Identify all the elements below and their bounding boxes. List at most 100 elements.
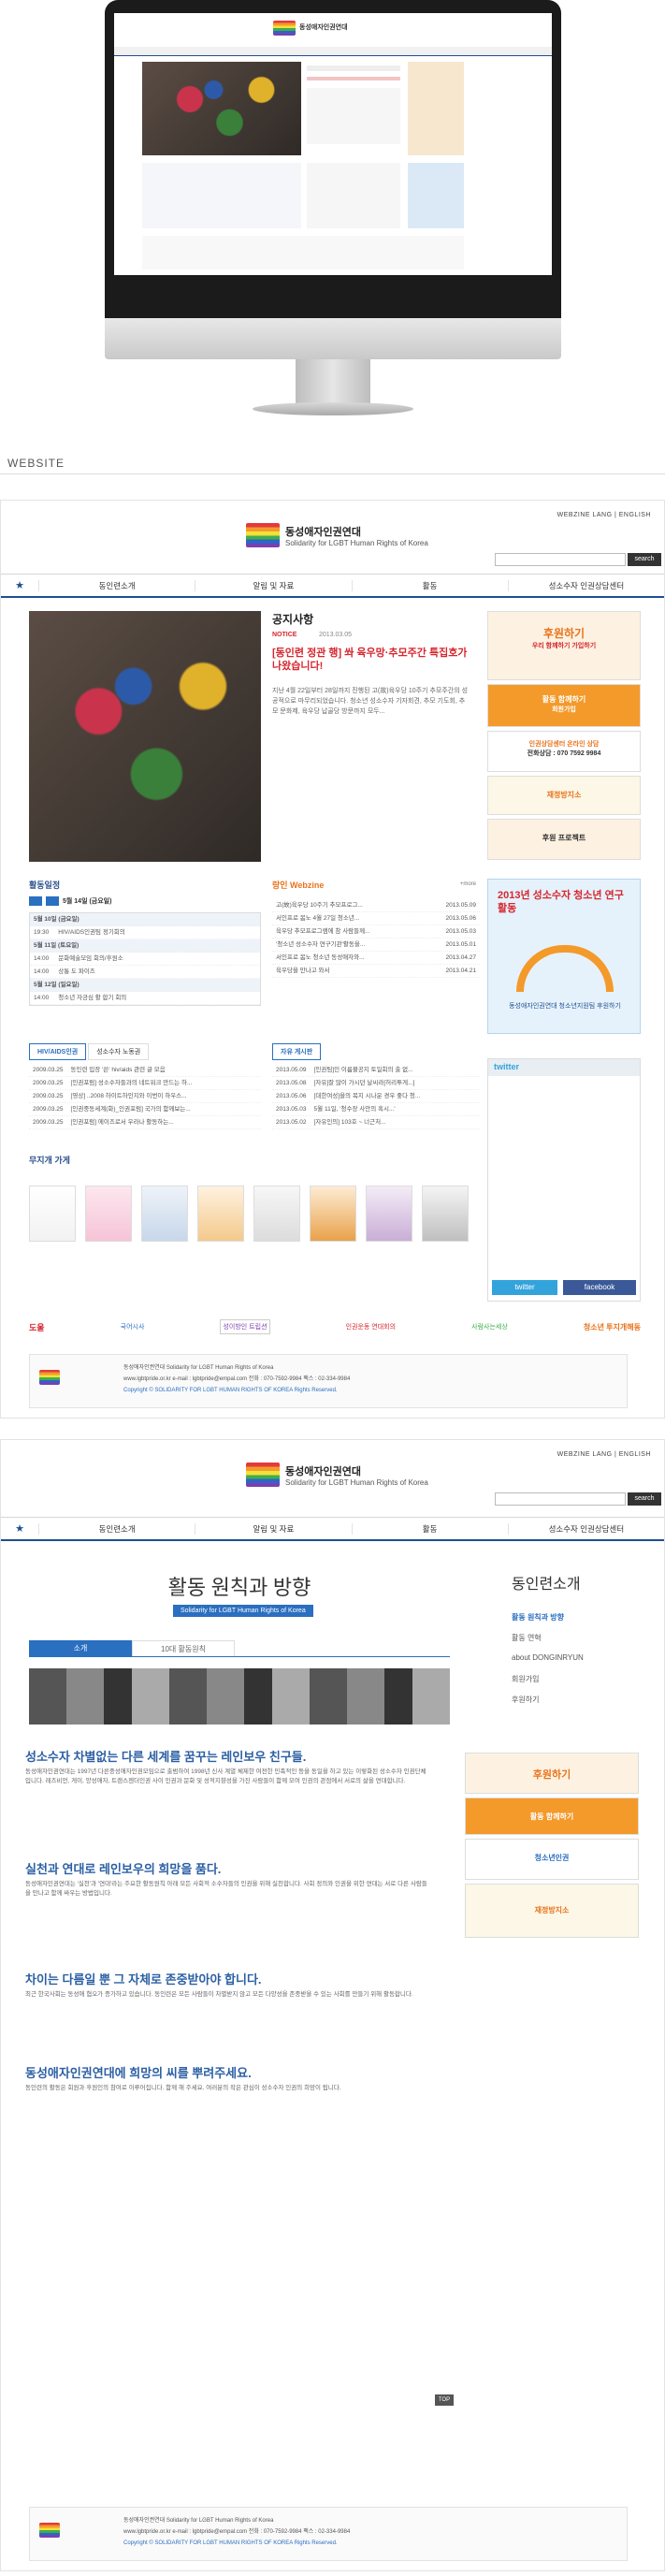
monitor-base	[253, 402, 413, 415]
top-links[interactable]: WEBZINE LANG | ENGLISH	[557, 1451, 651, 1458]
partner-link[interactable]: 국어시사	[121, 1322, 145, 1332]
home-icon[interactable]: ★	[1, 1522, 38, 1535]
tab-principles[interactable]: 10대 활동원칙	[132, 1640, 235, 1656]
donate-banner[interactable]: 후원하기 우리 함께하기 가입하기	[487, 611, 641, 680]
shop-item[interactable]	[197, 1186, 244, 1242]
top-links[interactable]: WEBZINE LANG | ENGLISH	[557, 512, 651, 518]
schedule-item[interactable]: 14:00 청소년 자긍심 활 합기 회의	[30, 992, 260, 1005]
table-row[interactable]: 2013.05.03 5월 11일, '청수장 사안의 혹시...'	[272, 1103, 480, 1116]
partner-link[interactable]: 도울	[29, 1321, 45, 1333]
site-logo[interactable]: 동성애자인권연대 Solidarity for LGBT Human Right…	[246, 523, 428, 547]
shop-item[interactable]	[29, 1186, 76, 1242]
schedule-item[interactable]: 14:00 문화예술모임 회의/후원소	[30, 953, 260, 966]
screen-body-block	[307, 88, 400, 144]
search-input[interactable]	[495, 553, 626, 566]
free-board-title[interactable]: 자유 게시판	[272, 1043, 322, 1060]
side-item[interactable]: about DONGINRYUN	[512, 1653, 584, 1662]
table-row[interactable]: 2009.03.25 동인련 입장 '쓴' hiv/aids 관련 글 모음	[29, 1064, 261, 1077]
facebook-button[interactable]: facebook	[563, 1280, 636, 1295]
footer-flag-icon	[39, 1370, 60, 1385]
counsel-banner[interactable]: 인권상담센터 온라인 상담 전화상담 : 070 7592 9984	[487, 731, 641, 772]
monitor-stand	[296, 359, 370, 404]
home-icon[interactable]: ★	[1, 579, 38, 591]
list-item[interactable]: 육우당 추모프로그램에 참 사람들께... 2013.05.03	[272, 925, 480, 939]
side-finance-banner[interactable]: 재정방지소	[465, 1884, 639, 1938]
partner-link[interactable]: 성이방인 트립션	[220, 1319, 270, 1334]
list-item[interactable]: 고(故)육우당 10주기 추모프로그... 2013.05.09	[272, 899, 480, 912]
side-donate-banner[interactable]: 후원하기	[465, 1753, 639, 1794]
partner-link[interactable]: 사람사는세상	[471, 1322, 508, 1332]
side-join-banner[interactable]: 활동 함께하기	[465, 1797, 639, 1835]
nav-item-notice[interactable]: 알림 및 자료	[195, 579, 351, 591]
partner-link[interactable]: 청소년 투지개해동	[584, 1322, 641, 1332]
section-heading: 동성애자인권연대에 희망의 씨를 뿌려주세요.	[25, 2066, 252, 2080]
youth-banner[interactable]: 재정방지소	[487, 776, 641, 815]
shop-item[interactable]	[422, 1186, 469, 1242]
table-row[interactable]: 2013.05.06 [대한여성]을의 복지 시나운 경우 좋다 청...	[272, 1090, 480, 1103]
nav-item-activity[interactable]: 활동	[351, 1522, 508, 1535]
list-item[interactable]: 서인프로 봄노 청소년 동성애자와... 2013.04.27	[272, 952, 480, 965]
shop-item[interactable]	[310, 1186, 356, 1242]
join-sub: 회원가입	[552, 706, 576, 713]
twitter-button[interactable]: twitter	[492, 1280, 557, 1295]
side-item[interactable]: 후원하기	[512, 1695, 539, 1705]
notice-headline[interactable]: [동인련 정관 행] 쏴 육우망·추모주간 특집호가 나왔습니다!	[272, 647, 469, 673]
side-item[interactable]: 활동 연혁	[512, 1633, 542, 1643]
webzine-more-link[interactable]: +more	[460, 881, 476, 887]
nav-item-about[interactable]: 동인련소개	[38, 1522, 195, 1535]
partner-link[interactable]: 인권운동 연대회의	[346, 1322, 396, 1332]
screen-side-banner	[408, 62, 464, 155]
side-item[interactable]: 회원가입	[512, 1674, 539, 1684]
list-item[interactable]: 서인프로 봄노 4월 27일 청소년... 2013.05.06	[272, 912, 480, 925]
counsel-label: 인권상담센터 온라인 상담	[528, 741, 600, 748]
search-button[interactable]: search	[628, 1492, 661, 1506]
shop-item[interactable]	[141, 1186, 188, 1242]
table-row[interactable]: 2009.03.25 [인권중동세계(화)_인권포럼] 국가의 함께보는...	[29, 1103, 261, 1116]
monitor-screen: 동성애자인권연대	[114, 13, 552, 275]
nav-item-counsel[interactable]: 성소수자 인권상담센터	[507, 1522, 664, 1535]
nav-item-notice[interactable]: 알림 및 자료	[195, 1522, 351, 1535]
table-row[interactable]: 2013.05.02 [자유인의] 103호 ~ 너근처...	[272, 1116, 480, 1129]
nav-item-about[interactable]: 동인련소개	[38, 579, 195, 591]
nav-item-activity[interactable]: 활동	[351, 579, 508, 591]
free-board-list: 2013.05.09 [인권팀]인 이름불공지 토일회의 출 없... 2013.…	[272, 1064, 480, 1129]
table-row[interactable]: 2013.05.09 [인권팀]인 이름불공지 토일회의 출 없...	[272, 1064, 480, 1077]
section-heading: 실천과 연대로 레인보우의 희망을 품다.	[25, 1862, 222, 1876]
table-row[interactable]: 2009.03.25 [인권포럼] 성소수자들과의 네트워크 만드는 하...	[29, 1077, 261, 1090]
list-item[interactable]: '청소년 성소수자 연구기관'활동을... 2013.05.01	[272, 939, 480, 952]
next-button[interactable]	[46, 896, 59, 906]
search-input[interactable]	[495, 1492, 626, 1506]
prev-button[interactable]	[29, 896, 42, 906]
row-date: 2009.03.25	[33, 1119, 64, 1126]
section-body: 동성애자인권연대는 '실천'과 '연대'라는 주요한 활동원칙 아래 모든 사회…	[25, 1881, 427, 1897]
project-banner[interactable]: 후원 프로젝트	[487, 819, 641, 860]
shop-item[interactable]	[85, 1186, 132, 1242]
rainbow-flag-icon	[246, 523, 280, 547]
shop-item[interactable]	[253, 1186, 300, 1242]
shop-title: 무지개 가게	[29, 1156, 70, 1165]
tab-hiv-aids[interactable]: HIV/AIDS인권	[29, 1043, 87, 1060]
side-youth-banner[interactable]: 청소년인권	[465, 1839, 639, 1880]
top-button[interactable]: TOP	[435, 2394, 454, 2406]
table-row[interactable]: 2013.05.08 [자유]잘 많이 가시던 날씨라[허리투게...]	[272, 1077, 480, 1090]
youth-poster[interactable]: 2013년 성소수자 청소년 연구활동 동성애자인권연대 청소년지원팀 후원하기	[487, 879, 641, 1034]
rainbow-icon	[516, 945, 614, 992]
tab-labor[interactable]: 성소수자 노동권	[88, 1043, 150, 1060]
join-banner[interactable]: 활동 함께하기 회원가입	[487, 684, 641, 727]
list-item[interactable]: 육우당을 만나고 와서 2013.04.21	[272, 965, 480, 978]
table-row[interactable]: 2009.03.25 [인권포럼] 에이즈로서 우라나 활동하는...	[29, 1116, 261, 1129]
shop-items	[29, 1186, 480, 1251]
schedule-item[interactable]: 14:00 상통 도 파이즈	[30, 966, 260, 979]
screen-headline-line	[307, 77, 400, 80]
nav-item-counsel[interactable]: 성소수자 인권상담센터	[507, 579, 664, 591]
monitor-chin	[105, 318, 561, 359]
table-row[interactable]: 2009.03.25 [영상] ..2008 하이트하인지와 이번이 하우스...	[29, 1090, 261, 1103]
search-button[interactable]: search	[628, 553, 661, 566]
section-body: 최근 한국사회는 동성애 혐오가 증가하고 있습니다. 동인련은 모든 사람들이…	[25, 1991, 413, 1998]
tab-intro[interactable]: 소개	[29, 1640, 132, 1656]
side-item-active[interactable]: 활동 원칙과 방향	[512, 1612, 564, 1623]
shop-item[interactable]	[366, 1186, 412, 1242]
site-logo[interactable]: 동성애자인권연대 Solidarity for LGBT Human Right…	[246, 1463, 428, 1487]
schedule-item[interactable]: 19:30 HIV/AIDS인권팀 정기회의	[30, 926, 260, 939]
hero-mockup: 동성애자인권연대	[0, 0, 665, 438]
